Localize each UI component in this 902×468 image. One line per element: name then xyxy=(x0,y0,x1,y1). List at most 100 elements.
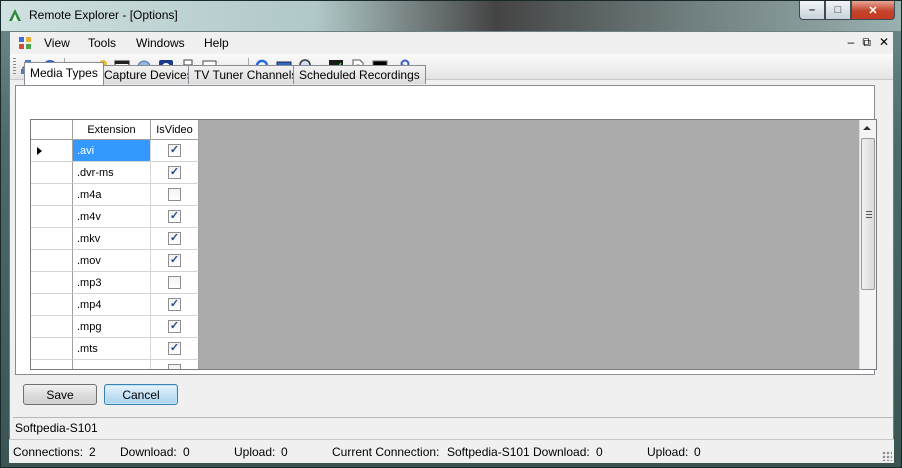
menu-bar: View Tools Windows Help – ⧉ ✕ xyxy=(10,32,893,54)
extension-cell[interactable] xyxy=(73,360,151,369)
grid-corner[interactable] xyxy=(31,120,73,140)
menu-windows[interactable]: Windows xyxy=(136,36,185,50)
extension-cell[interactable]: .avi xyxy=(73,140,151,162)
row-header[interactable] xyxy=(31,272,73,294)
isvideo-checkbox-checked[interactable]: ✓ xyxy=(168,254,181,267)
cancel-button[interactable]: Cancel xyxy=(104,384,178,405)
current-connection-value: Softpedia-S101 xyxy=(447,445,530,459)
table-row[interactable]: .mpg ✓ xyxy=(31,316,199,338)
isvideo-checkbox-checked[interactable]: ✓ xyxy=(168,320,181,333)
row-header[interactable] xyxy=(31,250,73,272)
isvideo-cell: ✓ xyxy=(151,206,199,228)
mdi-restore-button[interactable]: ⧉ xyxy=(862,35,871,50)
tab-capture-devices[interactable]: Capture Devices xyxy=(98,65,199,84)
download-label: Download: xyxy=(120,445,177,459)
current-download-label: Download: xyxy=(533,445,590,459)
row-header[interactable] xyxy=(31,140,73,162)
current-row-arrow-icon xyxy=(37,147,42,155)
isvideo-cell: ✓ xyxy=(151,250,199,272)
extension-cell[interactable]: .m4a xyxy=(73,184,151,206)
row-header[interactable] xyxy=(31,228,73,250)
menu-help[interactable]: Help xyxy=(204,36,229,50)
status-bar: Connections: 2 Download: 0 Upload: 0 Cur… xyxy=(9,439,894,463)
row-header[interactable] xyxy=(31,316,73,338)
isvideo-checkbox-checked[interactable]: ✓ xyxy=(168,144,181,157)
title-bar[interactable]: Remote Explorer - [Options] – □ ✕ xyxy=(1,1,901,31)
table-row[interactable]: .mkv ✓ xyxy=(31,228,199,250)
app-icon xyxy=(9,9,21,21)
table-row[interactable]: .mts ✓ xyxy=(31,338,199,360)
isvideo-cell xyxy=(151,184,199,206)
extension-cell[interactable]: .mp4 xyxy=(73,294,151,316)
table-row[interactable]: .m4a xyxy=(31,184,199,206)
maximize-button[interactable]: □ xyxy=(825,1,851,20)
mdi-close-button[interactable]: ✕ xyxy=(879,35,889,50)
host-status-panel: Softpedia-S101 xyxy=(13,417,893,437)
isvideo-checkbox-checked[interactable]: ✓ xyxy=(168,342,181,355)
table-row[interactable]: .avi ✓ xyxy=(31,140,199,162)
table-row[interactable]: .m4v ✓ xyxy=(31,206,199,228)
tab-media-types[interactable]: Media Types xyxy=(24,62,104,85)
mdi-child-icon[interactable] xyxy=(18,36,32,50)
scroll-grip-icon xyxy=(866,211,872,218)
tab-tv-tuner-channels[interactable]: TV Tuner Channels xyxy=(188,65,304,84)
isvideo-cell: ✓ xyxy=(151,228,199,250)
window-title: Remote Explorer - [Options] xyxy=(29,8,178,22)
extension-cell[interactable]: .mov xyxy=(73,250,151,272)
upload-label: Upload: xyxy=(234,445,276,459)
media-types-grid[interactable]: Extension IsVideo .avi ✓ .dvr-ms ✓ .m4a .m4v ✓… xyxy=(30,119,877,370)
row-header[interactable] xyxy=(31,294,73,316)
isvideo-checkbox-unchecked[interactable] xyxy=(168,276,181,289)
extension-cell[interactable]: .mkv xyxy=(73,228,151,250)
extension-cell[interactable]: .dvr-ms xyxy=(73,162,151,184)
isvideo-cell xyxy=(151,360,199,369)
isvideo-cell: ✓ xyxy=(151,162,199,184)
extension-cell[interactable]: .mpg xyxy=(73,316,151,338)
isvideo-checkbox-unchecked[interactable] xyxy=(168,188,181,201)
toolbar-grip[interactable] xyxy=(13,58,16,76)
row-header[interactable] xyxy=(31,338,73,360)
connections-value: 2 xyxy=(89,445,96,459)
extension-cell[interactable]: .m4v xyxy=(73,206,151,228)
isvideo-checkbox-checked[interactable]: ✓ xyxy=(168,210,181,223)
row-header[interactable] xyxy=(31,206,73,228)
isvideo-cell: ✓ xyxy=(151,338,199,360)
save-button[interactable]: Save xyxy=(23,384,97,405)
mdi-minimize-button[interactable]: – xyxy=(848,35,855,50)
extension-cell[interactable]: .mp3 xyxy=(73,272,151,294)
isvideo-cell: ✓ xyxy=(151,140,199,162)
menu-tools[interactable]: Tools xyxy=(88,36,116,50)
current-upload-value: 0 xyxy=(694,445,701,459)
isvideo-checkbox-checked[interactable]: ✓ xyxy=(168,232,181,245)
isvideo-cell: ✓ xyxy=(151,316,199,338)
tab-scheduled-recordings[interactable]: Scheduled Recordings xyxy=(293,65,426,84)
table-row[interactable] xyxy=(31,360,199,369)
isvideo-checkbox-unchecked[interactable] xyxy=(168,364,181,369)
column-header-isvideo[interactable]: IsVideo xyxy=(151,120,199,140)
row-header[interactable] xyxy=(31,360,73,369)
download-value: 0 xyxy=(183,445,190,459)
minimize-button[interactable]: – xyxy=(799,1,825,20)
column-header-extension[interactable]: Extension xyxy=(73,120,151,140)
table-row[interactable]: .mp4 ✓ xyxy=(31,294,199,316)
grid-header-row: Extension IsVideo xyxy=(31,120,199,140)
resize-grip-icon[interactable] xyxy=(882,451,892,461)
table-row[interactable]: .mp3 xyxy=(31,272,199,294)
row-header[interactable] xyxy=(31,162,73,184)
upload-value: 0 xyxy=(281,445,288,459)
isvideo-checkbox-checked[interactable]: ✓ xyxy=(168,298,181,311)
extension-cell[interactable]: .mts xyxy=(73,338,151,360)
scroll-up-arrow-icon[interactable] xyxy=(863,126,871,130)
isvideo-cell xyxy=(151,272,199,294)
grid-rows: .avi ✓ .dvr-ms ✓ .m4a .m4v ✓ .mkv ✓ .mov ✓ .mp3 .mp4… xyxy=(31,140,199,369)
isvideo-checkbox-checked[interactable]: ✓ xyxy=(168,166,181,179)
menu-view[interactable]: View xyxy=(44,36,70,50)
row-header[interactable] xyxy=(31,184,73,206)
host-name: Softpedia-S101 xyxy=(15,421,98,435)
table-row[interactable]: .mov ✓ xyxy=(31,250,199,272)
current-connection-label: Current Connection: xyxy=(332,445,440,459)
vertical-scrollbar[interactable] xyxy=(859,120,876,369)
table-row[interactable]: .dvr-ms ✓ xyxy=(31,162,199,184)
close-button[interactable]: ✕ xyxy=(851,1,895,20)
scroll-thumb[interactable] xyxy=(861,138,875,290)
